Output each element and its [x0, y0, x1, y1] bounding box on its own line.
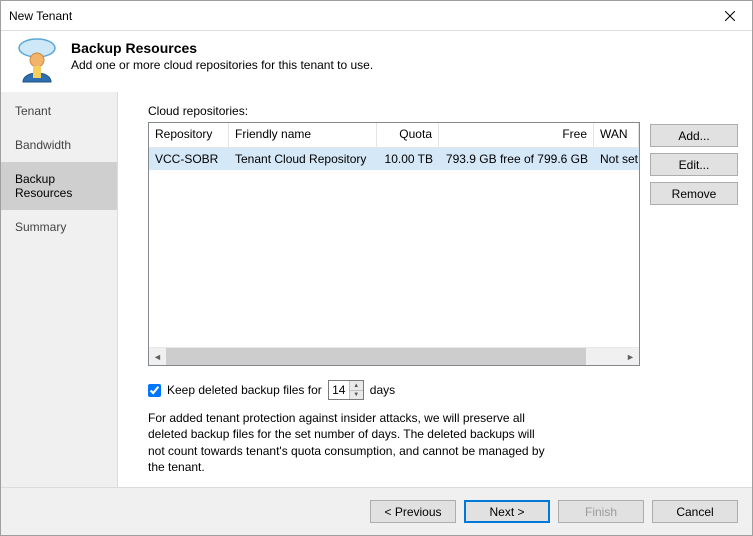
repositories-label: Cloud repositories:	[148, 104, 640, 118]
keep-deleted-help: For added tenant protection against insi…	[148, 410, 640, 475]
wizard-header-text: Backup Resources Add one or more cloud r…	[71, 36, 373, 72]
cell-free: 793.9 GB free of 799.6 GB	[439, 150, 594, 168]
page-subtitle: Add one or more cloud repositories for t…	[71, 58, 373, 72]
spinner-buttons: ▲ ▼	[349, 381, 363, 399]
scroll-right-icon[interactable]: ►	[622, 348, 639, 365]
wizard-window: New Tenant Backup Resources Add one or m…	[0, 0, 753, 536]
scroll-track[interactable]	[166, 348, 622, 365]
repositories-area: Cloud repositories: Repository Friendly …	[148, 104, 640, 475]
col-free[interactable]: Free	[439, 123, 594, 147]
spinner-up-icon[interactable]: ▲	[350, 381, 363, 391]
page-title: Backup Resources	[71, 40, 373, 56]
window-title: New Tenant	[9, 9, 72, 23]
step-label: Summary	[15, 220, 66, 234]
next-button[interactable]: Next >	[464, 500, 550, 523]
scroll-thumb[interactable]	[166, 348, 586, 365]
step-backup-resources[interactable]: Backup Resources	[1, 162, 117, 210]
step-bandwidth[interactable]: Bandwidth	[1, 128, 117, 162]
keep-deleted-checkbox[interactable]	[148, 384, 161, 397]
step-tenant[interactable]: Tenant	[1, 94, 117, 128]
tenant-icon	[13, 36, 61, 84]
scroll-left-icon[interactable]: ◄	[149, 348, 166, 365]
keep-deleted-label-prefix: Keep deleted backup files for	[167, 383, 322, 397]
col-repository[interactable]: Repository	[149, 123, 229, 147]
wizard-steps: Tenant Bandwidth Backup Resources Summar…	[1, 92, 118, 487]
wizard-body: Tenant Bandwidth Backup Resources Summar…	[1, 92, 752, 487]
finish-button: Finish	[558, 500, 644, 523]
horizontal-scrollbar[interactable]: ◄ ►	[149, 347, 639, 365]
step-label: Tenant	[15, 104, 51, 118]
cancel-button[interactable]: Cancel	[652, 500, 738, 523]
table-row[interactable]: VCC-SOBR Tenant Cloud Repository 10.00 T…	[149, 148, 639, 170]
cell-repository: VCC-SOBR	[149, 150, 229, 168]
days-input[interactable]	[329, 381, 349, 399]
options-area: Keep deleted backup files for ▲ ▼ days F…	[148, 380, 640, 475]
repositories-table: Repository Friendly name Quota Free WAN …	[148, 122, 640, 366]
cell-friendly: Tenant Cloud Repository	[229, 150, 377, 168]
table-header: Repository Friendly name Quota Free WAN	[149, 123, 639, 148]
add-button[interactable]: Add...	[650, 124, 738, 147]
edit-button[interactable]: Edit...	[650, 153, 738, 176]
remove-button[interactable]: Remove	[650, 182, 738, 205]
col-friendly-name[interactable]: Friendly name	[229, 123, 377, 147]
side-buttons: Add... Edit... Remove	[650, 104, 738, 475]
days-spinner: ▲ ▼	[328, 380, 364, 400]
keep-deleted-label-suffix: days	[370, 383, 395, 397]
col-quota[interactable]: Quota	[377, 123, 439, 147]
wizard-footer: < Previous Next > Finish Cancel	[1, 487, 752, 535]
main-panel: Cloud repositories: Repository Friendly …	[118, 92, 752, 487]
previous-button[interactable]: < Previous	[370, 500, 456, 523]
step-summary[interactable]: Summary	[1, 210, 117, 244]
col-wan[interactable]: WAN	[594, 123, 639, 147]
step-label: Bandwidth	[15, 138, 71, 152]
titlebar: New Tenant	[1, 1, 752, 31]
keep-deleted-option: Keep deleted backup files for ▲ ▼ days	[148, 380, 640, 400]
wizard-header: Backup Resources Add one or more cloud r…	[1, 31, 752, 92]
step-label: Backup Resources	[15, 172, 72, 200]
cell-wan: Not set	[594, 150, 639, 168]
cell-quota: 10.00 TB	[377, 150, 439, 168]
close-icon	[725, 11, 735, 21]
main-content: Cloud repositories: Repository Friendly …	[148, 104, 738, 475]
table-body: VCC-SOBR Tenant Cloud Repository 10.00 T…	[149, 148, 639, 347]
close-button[interactable]	[707, 1, 752, 30]
spinner-down-icon[interactable]: ▼	[350, 391, 363, 400]
